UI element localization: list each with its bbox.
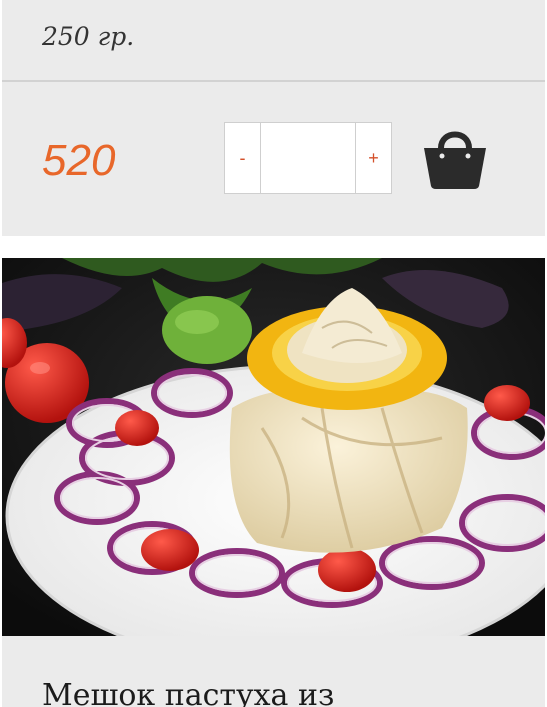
quantity-input[interactable] (261, 122, 355, 194)
increase-button[interactable]: + (355, 122, 392, 194)
product-image[interactable] (2, 258, 545, 636)
quantity-stepper: - + (224, 122, 392, 194)
product-title[interactable]: Мешок пастуха из (42, 678, 334, 707)
dish-photo-illustration (2, 258, 545, 636)
decrease-button[interactable]: - (224, 122, 261, 194)
product-weight: 250 гр. (42, 22, 135, 51)
card-divider (2, 80, 545, 82)
product-card-top: 250 гр. 520 - + (2, 0, 545, 236)
product-price: 520 (42, 136, 116, 185)
product-card-next: Мешок пастуха из (2, 636, 545, 707)
shopping-basket-icon[interactable] (422, 120, 488, 190)
